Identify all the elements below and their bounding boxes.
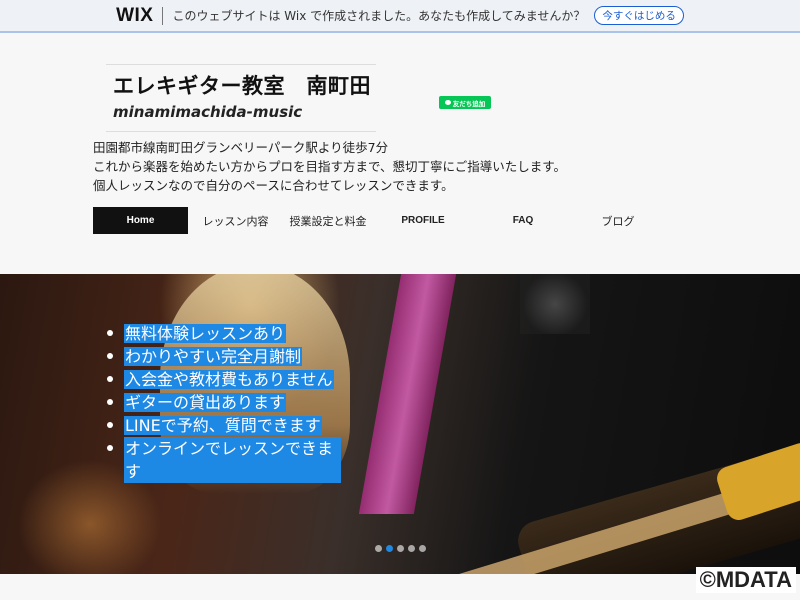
nav-item-lessons[interactable]: レッスン内容 — [188, 207, 283, 234]
title-top-divider — [106, 64, 376, 65]
feature-item: 入会金や教材費もありません — [107, 368, 341, 391]
title-bottom-divider — [106, 131, 376, 132]
description-line: 個人レッスンなので自分のペースに合わせてレッスンできます。 — [93, 178, 454, 193]
drum-kit-background — [520, 274, 590, 334]
feature-list: 無料体験レッスンあり わかりやすい完全月謝制 入会金や教材費もありません ギター… — [107, 322, 341, 483]
nav-item-profile[interactable]: PROFILE — [373, 207, 473, 234]
hero-slideshow[interactable]: 無料体験レッスンあり わかりやすい完全月謝制 入会金や教材費もありません ギター… — [0, 274, 800, 574]
banner-divider — [162, 6, 164, 25]
feature-text: オンラインでレッスンできます — [124, 437, 341, 483]
nav-item-home[interactable]: Home — [93, 207, 188, 234]
line-add-friend-button[interactable]: 友だち追加 — [439, 96, 491, 109]
slide-dot-active[interactable] — [386, 545, 393, 552]
description-line: これから楽器を始めたい方からプロを目指す方まで、懇切丁寧にご指導いたします。 — [93, 159, 567, 174]
feature-text: ギターの貸出あります — [124, 393, 287, 412]
feature-item: ギターの貸出あります — [107, 391, 341, 414]
feature-item: わかりやすい完全月謝制 — [107, 345, 341, 368]
feature-text: LINEで予約、質問できます — [124, 416, 322, 435]
line-button-label: 友だち追加 — [452, 99, 486, 108]
slide-indicator — [375, 545, 426, 552]
copyright-watermark: ©MDATA — [695, 567, 796, 593]
wix-banner-message: このウェブサイトは Wix で作成されました。あなたも作成してみませんか？ — [172, 9, 586, 23]
feature-text: わかりやすい完全月謝制 — [124, 347, 303, 366]
feature-item: オンラインでレッスンできます — [107, 437, 341, 483]
feature-text: 入会金や教材費もありません — [124, 370, 334, 389]
line-icon — [444, 100, 451, 105]
description-line: 田園都市線南町田グランベリーパーク駅より徒歩7分 — [93, 140, 389, 155]
nav-item-faq[interactable]: FAQ — [473, 207, 573, 234]
feature-text: 無料体験レッスンあり — [124, 324, 287, 343]
wix-logo[interactable]: WIX — [116, 5, 153, 27]
feature-item: LINEで予約、質問できます — [107, 414, 341, 437]
wix-start-button[interactable]: 今すぐはじめる — [594, 6, 684, 25]
site-title[interactable]: エレキギター教室 南町田 — [113, 70, 371, 100]
site-description: 田園都市線南町田グランベリーパーク駅より徒歩7分 これから楽器を始めたい方からプ… — [93, 138, 566, 195]
site-subtitle: minamimachida-music — [113, 103, 303, 121]
nav-item-pricing[interactable]: 授業設定と料金 — [283, 207, 373, 234]
slide-dot[interactable] — [408, 545, 415, 552]
nav-item-blog[interactable]: ブログ — [573, 207, 663, 234]
guitar-strap-image — [358, 274, 457, 514]
wix-promo-banner: WIX このウェブサイトは Wix で作成されました。あなたも作成してみませんか… — [0, 0, 800, 33]
main-nav: Home レッスン内容 授業設定と料金 PROFILE FAQ ブログ — [93, 207, 663, 234]
slide-dot[interactable] — [419, 545, 426, 552]
feature-item: 無料体験レッスンあり — [107, 322, 341, 345]
slide-dot[interactable] — [397, 545, 404, 552]
slide-dot[interactable] — [375, 545, 382, 552]
